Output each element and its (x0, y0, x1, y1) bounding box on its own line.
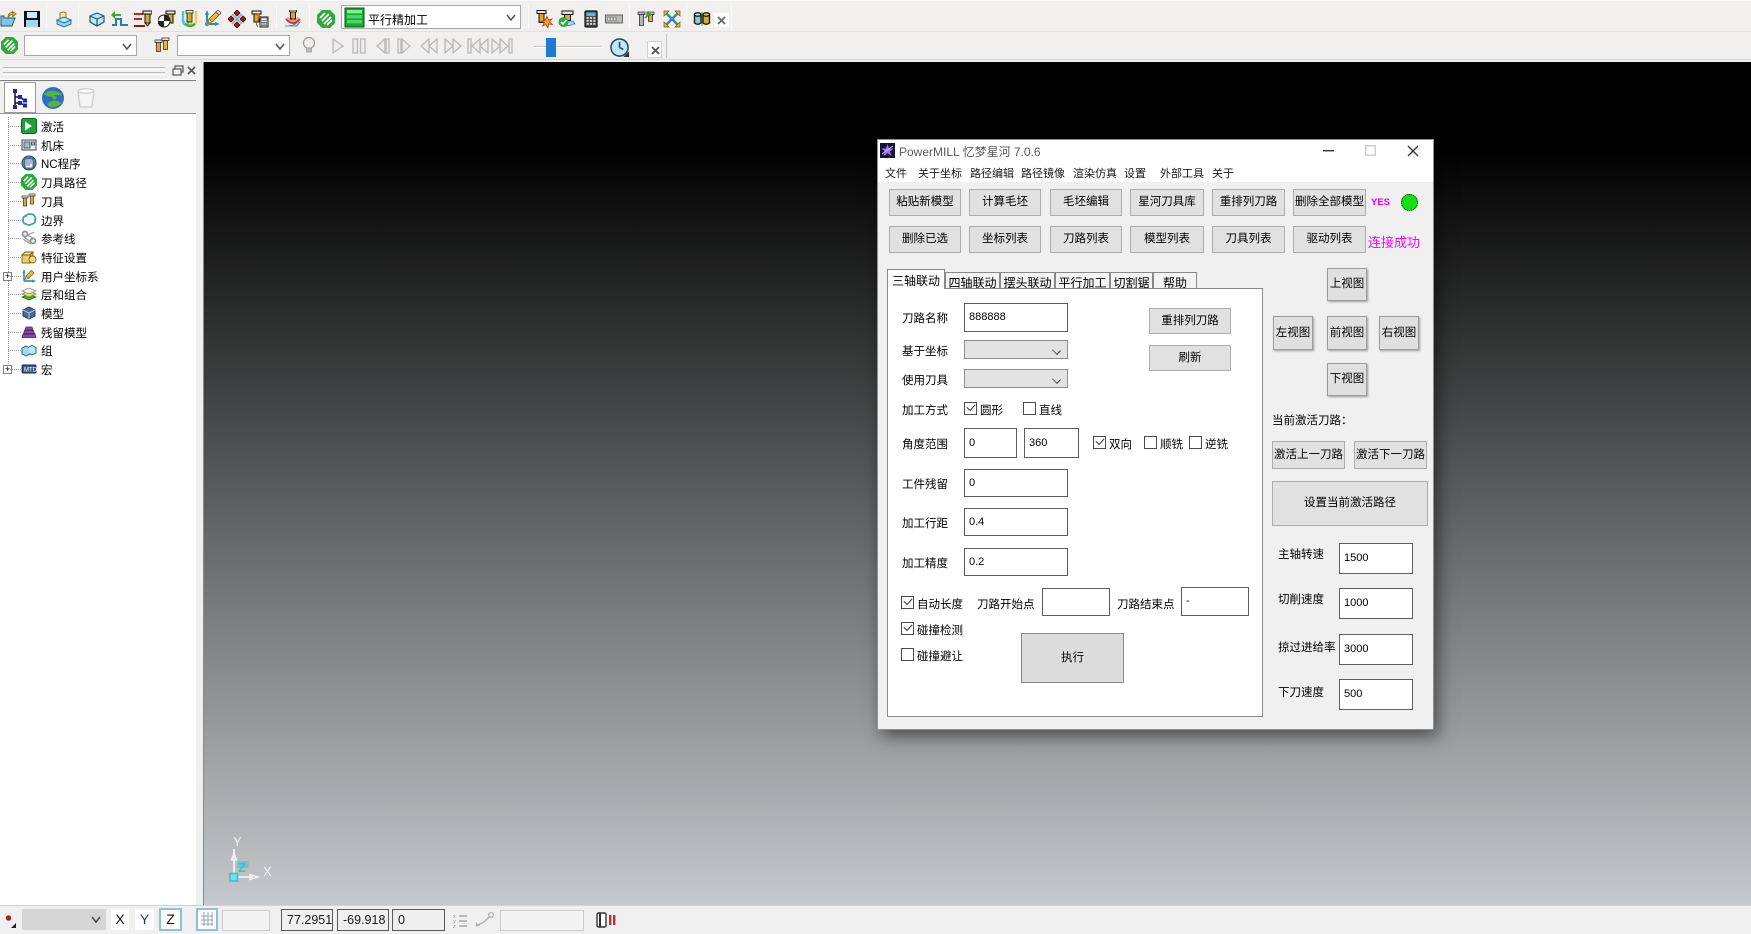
svg-text:Y: Y (233, 834, 242, 849)
svg-text:MTD: MTD (24, 368, 37, 374)
svg-text:X: X (263, 864, 272, 879)
svg-text:z: z (453, 924, 456, 929)
